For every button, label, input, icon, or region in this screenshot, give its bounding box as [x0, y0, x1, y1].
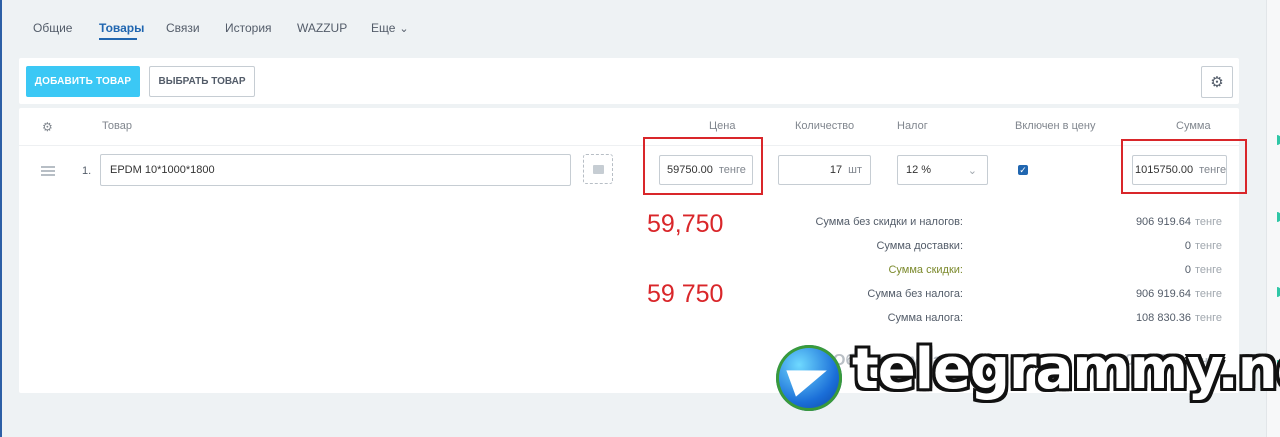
- chevron-down-icon: ⌄: [967, 164, 977, 177]
- summary-amount: 0: [1184, 264, 1191, 276]
- tab-more[interactable]: Еще ⌄: [371, 21, 409, 35]
- tax-value: 12 %: [906, 164, 932, 176]
- product-name-input[interactable]: EPDM 10*1000*1800: [100, 154, 571, 186]
- summary-value: 0 тенге: [1185, 264, 1222, 276]
- summary-value: 0 тенге: [1185, 240, 1222, 252]
- summary-value: 108 830.36 тенге: [1136, 312, 1222, 324]
- annotation-box-sum: [1121, 139, 1247, 194]
- summary-currency: тенге: [1195, 240, 1222, 252]
- summary-label: Сумма без налога:: [867, 288, 963, 300]
- tab-more-label: Еще: [371, 21, 396, 35]
- left-edge-strip: [0, 0, 2, 437]
- tab-general[interactable]: Общие: [33, 21, 72, 35]
- summary-label-discount: Сумма скидки:: [888, 264, 963, 276]
- settings-button[interactable]: ⚙: [1201, 66, 1233, 98]
- watermark-text: telegrammy.net: [852, 337, 1280, 402]
- telegram-logo-icon: [776, 345, 842, 411]
- tax-included-checkbox[interactable]: ✓: [1018, 165, 1028, 175]
- summary-value: 906 919.64 тенге: [1136, 216, 1222, 228]
- summary-label: Сумма доставки:: [876, 240, 963, 252]
- column-header-price: Цена: [709, 120, 736, 132]
- product-image-button[interactable]: [583, 154, 613, 184]
- summary-label: Сумма без скидки и налогов:: [815, 216, 963, 228]
- tab-links[interactable]: Связи: [166, 21, 200, 35]
- summary-amount: 0: [1184, 240, 1191, 252]
- tax-select[interactable]: 12 % ⌄: [897, 155, 988, 185]
- summary-amount: 906 919.64: [1135, 288, 1191, 300]
- column-header-quantity: Количество: [795, 120, 855, 132]
- tab-wazzup[interactable]: WAZZUP: [297, 21, 347, 35]
- quantity-value: 17: [829, 164, 843, 176]
- column-settings-gear-icon[interactable]: ⚙: [42, 120, 53, 134]
- summary-currency: тенге: [1195, 216, 1222, 228]
- chevron-down-icon: ⌄: [399, 23, 409, 35]
- products-toolbar: ДОБАВИТЬ ТОВАР ВЫБРАТЬ ТОВАР ⚙: [19, 58, 1239, 104]
- summary-currency: тенге: [1195, 264, 1222, 276]
- add-product-button[interactable]: ДОБАВИТЬ ТОВАР: [26, 66, 140, 97]
- summary-label: Сумма налога:: [887, 312, 963, 324]
- summary-amount: 108 830.36: [1135, 312, 1191, 324]
- product-name-value: EPDM 10*1000*1800: [110, 164, 215, 176]
- column-header-tax: Налог: [897, 120, 928, 132]
- summary-value: 906 919.64 тенге: [1136, 288, 1222, 300]
- row-number: 1.: [82, 165, 92, 177]
- drag-handle-icon[interactable]: [41, 166, 55, 176]
- column-header-product: Товар: [102, 120, 132, 132]
- quantity-input[interactable]: 17 шт: [778, 155, 871, 185]
- header-divider: [19, 145, 1239, 146]
- tab-products[interactable]: Товары: [99, 21, 144, 35]
- summary-currency: тенге: [1195, 312, 1222, 324]
- active-tab-underline: [99, 38, 137, 40]
- column-header-included: Включен в цену: [1015, 120, 1096, 132]
- annotation-box-price: [643, 137, 763, 195]
- annotation-text: 59 750: [647, 280, 724, 308]
- tab-history[interactable]: История: [225, 21, 272, 35]
- quantity-unit: шт: [848, 164, 862, 176]
- column-header-sum: Сумма: [1176, 120, 1211, 132]
- summary-amount: 906 919.64: [1135, 216, 1191, 228]
- summary-currency: тенге: [1195, 288, 1222, 300]
- gear-icon: ⚙: [1210, 74, 1224, 91]
- select-product-button[interactable]: ВЫБРАТЬ ТОВАР: [149, 66, 255, 97]
- annotation-text: 59,750: [647, 210, 724, 238]
- image-icon: [592, 164, 604, 174]
